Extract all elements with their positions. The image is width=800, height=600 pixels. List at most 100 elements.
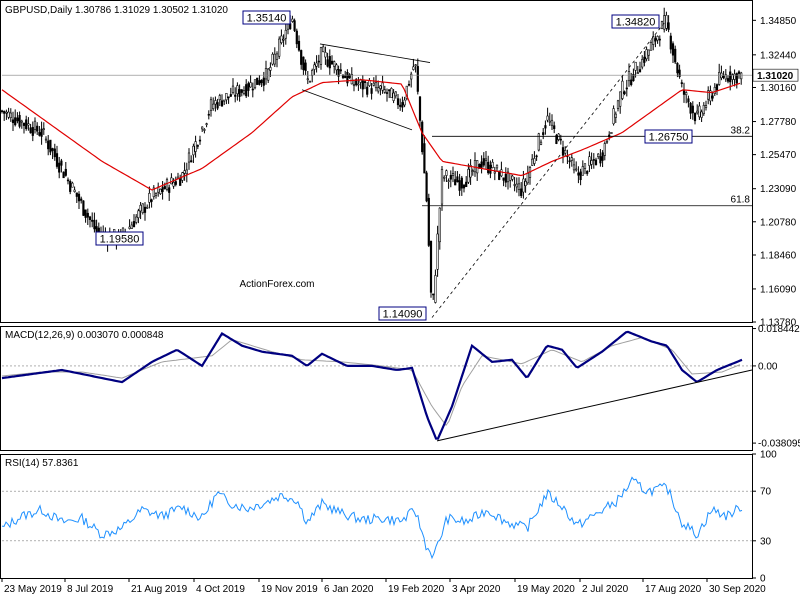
- candle-body: [414, 64, 417, 66]
- candle-body: [240, 89, 243, 93]
- candle-body: [350, 74, 353, 85]
- candle-body: [535, 155, 538, 158]
- candle-body: [322, 46, 325, 53]
- candle-body: [38, 132, 41, 136]
- candle-body: [715, 84, 719, 91]
- candle-body: [42, 128, 45, 130]
- candle-body: [487, 161, 490, 174]
- candle-body: [302, 56, 305, 71]
- candle-body: [73, 189, 76, 192]
- candle-body: [623, 91, 626, 94]
- candle-body: [460, 177, 463, 189]
- candle-body: [139, 204, 142, 212]
- candle-body: [361, 80, 364, 90]
- candle-body: [588, 156, 591, 166]
- candle-body: [597, 153, 600, 157]
- candle-body: [526, 173, 529, 184]
- candle-body: [58, 162, 61, 173]
- candle-body: [443, 176, 446, 179]
- candle-body: [64, 168, 67, 176]
- candle-body: [718, 72, 721, 85]
- date-tick-label: 19 May 2020: [517, 584, 575, 595]
- date-tick-label: 4 Oct 2019: [196, 584, 245, 595]
- watermark: ActionForex.com: [239, 279, 314, 290]
- date-tick-label: 3 Apr 2020: [452, 584, 501, 595]
- candle-body: [137, 210, 140, 219]
- candle-body: [612, 108, 615, 125]
- candle-body: [667, 22, 670, 30]
- current-price-label: 1.31020: [757, 71, 794, 82]
- price-ytick-label: 1.27780: [760, 117, 797, 128]
- candle-body: [300, 50, 303, 65]
- candle-body: [610, 132, 613, 134]
- candle-body: [130, 224, 133, 229]
- annotation-label: 1.34820: [616, 17, 656, 29]
- candle-body: [641, 59, 644, 68]
- candle-body: [284, 29, 287, 39]
- candle-body: [95, 226, 98, 233]
- candle-body: [132, 221, 136, 228]
- candle-body: [264, 68, 268, 80]
- candle-body: [148, 193, 151, 203]
- price-ytick-label: 1.32440: [760, 50, 797, 61]
- candle-body: [590, 160, 593, 165]
- candle-body: [154, 193, 158, 196]
- rsi-ytick-label: 0: [760, 574, 766, 585]
- candle-body: [247, 83, 250, 91]
- candle-body: [489, 164, 492, 174]
- candle-body: [335, 64, 338, 71]
- candle-body: [308, 80, 312, 83]
- candle-body: [649, 42, 653, 51]
- candle-body: [451, 173, 455, 176]
- candle-body: [658, 38, 661, 41]
- candle-body: [509, 172, 512, 181]
- candle-body: [421, 121, 424, 153]
- candle-body: [209, 99, 213, 111]
- candle-body: [676, 62, 679, 74]
- candle-body: [225, 93, 228, 101]
- candle-body: [291, 18, 294, 22]
- candle-body: [689, 103, 692, 114]
- candle-body: [293, 20, 296, 31]
- candle-body: [621, 80, 624, 99]
- candle-body: [315, 62, 318, 67]
- candle-body: [5, 111, 8, 114]
- candle-body: [203, 129, 206, 131]
- candle-body: [135, 216, 138, 223]
- candle-body: [614, 113, 617, 118]
- candle-body: [685, 92, 688, 96]
- candle-body: [473, 160, 477, 173]
- price-ytick-label: 1.23090: [760, 184, 797, 195]
- candle-body: [654, 38, 657, 42]
- macd-ytick-label: 0.00: [758, 361, 778, 372]
- candle-body: [513, 184, 516, 186]
- candle-body: [20, 120, 23, 123]
- candle-body: [416, 66, 419, 92]
- candle-body: [643, 56, 646, 63]
- date-tick-label: 8 Jul 2019: [67, 584, 114, 595]
- candle-body: [722, 75, 725, 78]
- candle-body: [471, 170, 474, 172]
- candle-body: [75, 192, 78, 197]
- candle-body: [407, 83, 411, 86]
- candle-body: [586, 170, 589, 174]
- candle-body: [319, 47, 323, 65]
- date-tick-label: 19 Nov 2019: [261, 584, 318, 595]
- candle-body: [242, 90, 246, 94]
- candle-body: [374, 81, 378, 89]
- rsi-ytick-label: 70: [760, 487, 772, 498]
- candle-body: [616, 100, 620, 109]
- candle-body: [260, 79, 263, 84]
- candle-body: [249, 82, 252, 88]
- candle-body: [392, 92, 395, 101]
- candle-body: [194, 141, 197, 152]
- candle-body: [445, 170, 448, 176]
- candle-body: [691, 105, 694, 114]
- candle-body: [36, 125, 39, 132]
- candle-body: [80, 198, 83, 201]
- candle-body: [179, 178, 182, 186]
- candle-body: [517, 183, 521, 190]
- candle-body: [696, 110, 699, 114]
- candle-body: [256, 77, 259, 85]
- candle-body: [295, 30, 298, 45]
